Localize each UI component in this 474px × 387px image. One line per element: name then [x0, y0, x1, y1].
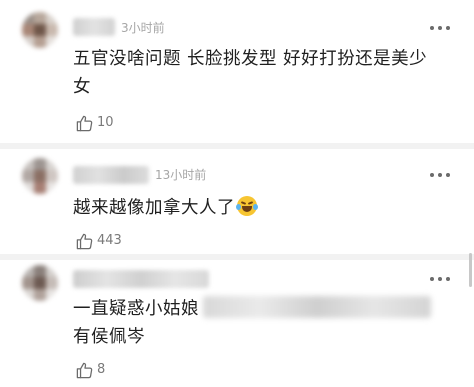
username[interactable]	[73, 270, 209, 288]
comment-text-start: 一直疑惑小姑娘	[73, 299, 199, 319]
comment-item: 13小时前 越来越像加拿大人了 443	[0, 146, 474, 258]
comment-item: 3小时前 五官没啥问题 长脸挑发型 好好打扮还是美少女 10	[0, 0, 474, 145]
more-options-icon[interactable]	[430, 172, 450, 178]
thumbs-up-icon	[76, 233, 93, 249]
thumbs-up-icon	[76, 115, 93, 131]
like-count: 443	[97, 233, 122, 248]
comment-text: 一直疑惑小姑娘 有侯佩岑	[73, 295, 445, 351]
comment-text-end: 有侯佩岑	[73, 327, 145, 347]
avatar[interactable]	[22, 12, 58, 48]
comment-time: 13小时前	[155, 168, 207, 182]
thumbs-up-icon	[76, 362, 93, 378]
like-count: 10	[97, 115, 114, 130]
scrollbar[interactable]	[469, 253, 472, 287]
comment-text: 五官没啥问题 长脸挑发型 好好打扮还是美少女	[73, 49, 428, 97]
username[interactable]	[73, 166, 149, 184]
comment-text-body: 越来越像加拿大人了	[73, 198, 235, 218]
redacted-text	[203, 296, 431, 318]
like-button[interactable]: 10	[75, 112, 114, 134]
username[interactable]	[73, 18, 115, 36]
avatar[interactable]	[22, 265, 58, 301]
like-count: 8	[97, 362, 106, 377]
avatar[interactable]	[22, 158, 58, 194]
laughing-tears-emoji-icon	[236, 196, 258, 216]
comment-item: 一直疑惑小姑娘 有侯佩岑 8	[0, 259, 474, 387]
more-options-icon[interactable]	[430, 25, 450, 31]
like-button[interactable]: 8	[75, 359, 105, 381]
comment-text: 越来越像加拿大人了	[73, 194, 445, 222]
more-options-icon[interactable]	[430, 276, 450, 282]
like-button[interactable]: 443	[75, 230, 122, 252]
comment-time: 3小时前	[121, 21, 165, 35]
